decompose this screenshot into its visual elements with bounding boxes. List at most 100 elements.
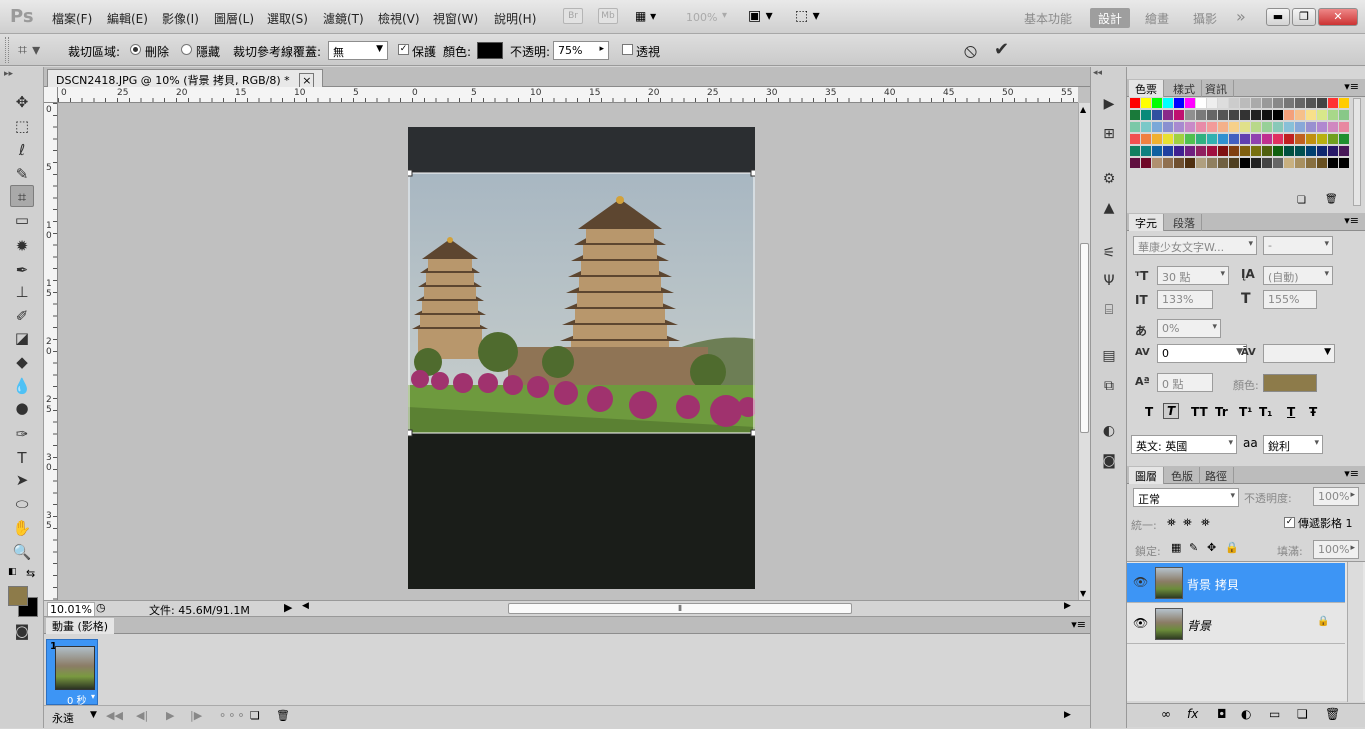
kerning-field[interactable]: 0 ▼ [1157,344,1247,363]
color-swatch[interactable] [1251,146,1261,156]
scroll-right-icon[interactable]: ▶ [1064,601,1071,611]
lock-pixels-icon[interactable]: ✎ [1189,541,1198,554]
layer-name[interactable]: 背景 拷貝 [1187,576,1239,593]
new-layer-icon[interactable]: ❏ [1297,707,1308,721]
color-swatch[interactable] [1251,134,1261,144]
lasso-tool-icon[interactable]: ℓ [10,139,34,161]
panel-menu-icon[interactable]: ▾≡ [1344,214,1359,227]
color-swatch[interactable] [1295,110,1305,120]
faux-italic-button[interactable]: T [1163,403,1180,419]
color-swatch[interactable] [1185,158,1195,168]
color-swatch[interactable] [1339,110,1349,120]
color-swatch[interactable] [1130,146,1140,156]
menu-view[interactable]: 檢視(V) [378,10,420,27]
menu-help[interactable]: 說明(H) [494,10,536,27]
color-swatch[interactable] [1152,146,1162,156]
tracking-field[interactable]: ▼ [1263,344,1335,363]
color-swatch[interactable] [1284,110,1294,120]
color-swatch[interactable] [1185,110,1195,120]
color-swatch[interactable] [1295,122,1305,132]
brush-tool-icon[interactable]: ✒ [10,259,34,281]
color-swatch[interactable] [1229,122,1239,132]
small-caps-button[interactable]: Tr [1215,405,1228,419]
commit-icon[interactable]: ✔ [994,39,1009,60]
menu-edit[interactable]: 編輯(E) [107,10,148,27]
zoom-dropdown-icon[interactable]: ▾ [722,10,727,21]
strikethrough-button[interactable]: Ŧ [1309,405,1317,419]
color-swatch[interactable] [1317,122,1327,132]
color-swatch[interactable] [1262,122,1272,132]
crop-tool-preset-icon[interactable]: ⌗ ▾ [18,40,40,60]
tab-layers[interactable]: 圖層 [1129,467,1164,484]
color-swatch[interactable] [1251,122,1261,132]
link-layers-icon[interactable]: ∞ [1161,707,1171,721]
shield-checkbox[interactable]: ✓ [398,44,409,55]
color-swatch[interactable] [1141,110,1151,120]
collapse-strip-icon[interactable]: ◂◂ [1093,68,1102,78]
vertical-ruler[interactable]: 0 5 1 0 1 5 2 0 2 5 3 0 3 5 [44,103,58,600]
workspace-photography[interactable]: 攝影 [1185,8,1225,28]
quick-mask-icon[interactable]: ◙ [10,620,34,642]
color-swatch[interactable] [1141,134,1151,144]
perspective-checkbox[interactable] [622,44,633,55]
workspace-more-icon[interactable]: » [1228,5,1254,26]
color-swatch[interactable] [1218,146,1228,156]
color-swatch[interactable] [1262,158,1272,168]
unify-position-icon[interactable]: ⛯ [1167,516,1176,530]
bridge-icon[interactable]: Br [563,8,583,24]
color-swatch[interactable] [1328,122,1338,132]
restore-icon[interactable]: ❐ [1292,8,1316,26]
tab-paragraph[interactable]: 段落 [1167,214,1202,231]
marquee-tool-icon[interactable]: ⬚ [10,115,34,137]
shield-color-swatch[interactable] [477,42,503,59]
color-swatch[interactable] [1207,146,1217,156]
horizontal-ruler[interactable]: 0 25 20 15 10 5 0 5 10 15 20 25 30 35 40… [58,87,1078,103]
layer-name[interactable]: 背景 [1187,617,1211,634]
tab-styles[interactable]: 樣式 [1167,80,1202,97]
styles-panel-icon[interactable]: ◐ [1099,422,1119,440]
color-swatch[interactable] [1328,146,1338,156]
color-swatch[interactable] [1273,134,1283,144]
color-swatch[interactable] [1163,146,1173,156]
close-icon[interactable]: ✕ [1318,8,1358,26]
font-family-select[interactable]: 華康少女文字W... ▾ [1133,236,1257,255]
delete-radio[interactable] [130,44,141,55]
color-swatch[interactable] [1196,110,1206,120]
color-swatch[interactable] [1339,134,1349,144]
color-swatch[interactable] [1174,122,1184,132]
previous-frame-icon[interactable]: ◀| [136,709,148,722]
channels-panel-icon[interactable]: ◙ [1099,452,1119,470]
color-swatch[interactable] [1284,98,1294,108]
menu-file[interactable]: 檔案(F) [52,10,92,27]
layers-scrollbar[interactable] [1347,562,1363,702]
new-group-icon[interactable]: ▭ [1269,707,1280,721]
color-swatch[interactable] [1273,110,1283,120]
zoom-field[interactable]: 10.01% [47,602,95,617]
blend-mode-select[interactable]: 正常 ▾ [1133,488,1239,507]
color-swatch[interactable] [1185,146,1195,156]
color-swatch[interactable] [1130,98,1140,108]
swatch-grid[interactable] [1130,98,1350,228]
histogram-panel-icon[interactable]: ▲ [1099,199,1119,217]
play-icon[interactable]: ▶ [166,709,174,722]
color-swatch[interactable] [1273,158,1283,168]
first-frame-icon[interactable]: ◀◀ [106,709,123,722]
color-swatch[interactable] [1185,98,1195,108]
color-swatch[interactable] [1152,122,1162,132]
color-swatch[interactable] [1306,134,1316,144]
color-swatch[interactable] [1284,146,1294,156]
opacity-field[interactable]: 75% ▸ [553,41,609,60]
unify-visibility-icon[interactable]: ⛯ [1183,516,1192,530]
baseline-shift-field[interactable]: 0 點 [1157,373,1213,392]
actions-panel-icon[interactable]: ▶ [1099,95,1119,113]
dodge-tool-icon[interactable]: ● [10,397,34,419]
color-swatch[interactable] [1273,122,1283,132]
spot-healing-tool-icon[interactable]: ✹ [10,235,34,257]
font-size-field[interactable]: 30 點 ▾ [1157,266,1229,285]
color-swatch[interactable] [1295,134,1305,144]
color-swatch[interactable] [1196,122,1206,132]
move-tool-icon[interactable]: ✥ [10,91,34,113]
zoom-level[interactable]: 100% [686,11,717,24]
antialias-select[interactable]: 銳利 ▾ [1263,435,1323,454]
screen-mode-icon[interactable]: ⬚ ▾ [795,8,829,26]
